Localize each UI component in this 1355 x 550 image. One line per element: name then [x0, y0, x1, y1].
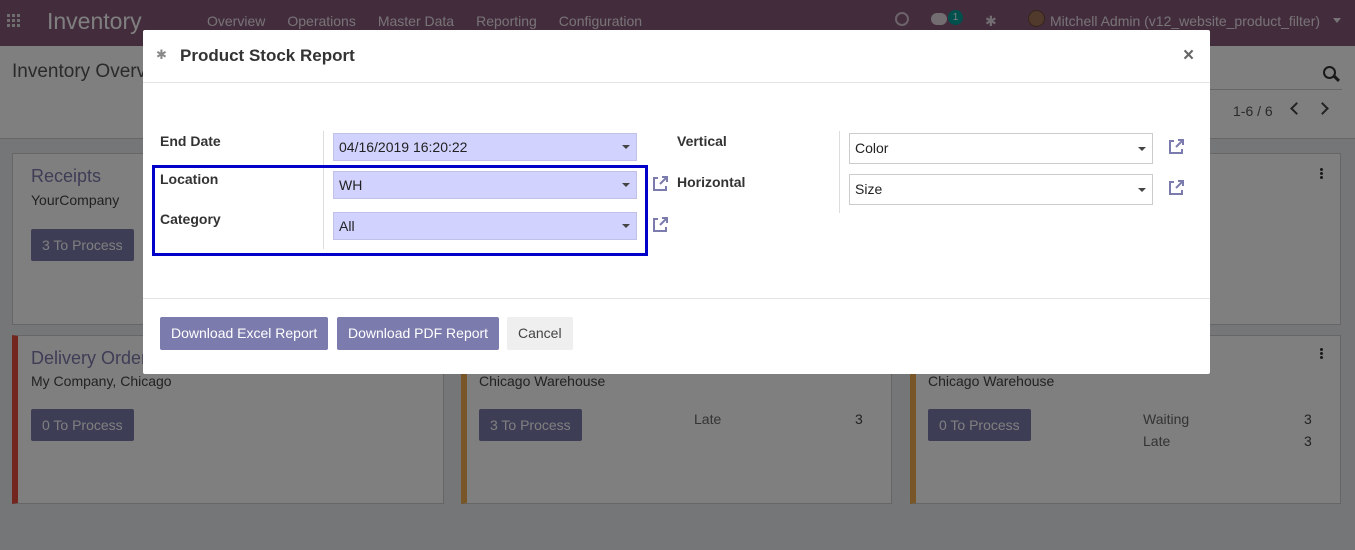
- left-column-divider: [323, 131, 324, 249]
- location-value: WH: [339, 177, 363, 193]
- category-select[interactable]: All: [333, 212, 637, 240]
- external-link-icon-category[interactable]: [650, 215, 670, 235]
- modal-header: ✱ Product Stock Report ×: [143, 30, 1210, 83]
- chevron-down-icon[interactable]: [622, 183, 630, 187]
- external-link-icon-location[interactable]: [650, 174, 670, 194]
- vertical-label: Vertical: [677, 133, 727, 149]
- product-stock-report-dialog: ✱ Product Stock Report × End Date Locati…: [143, 30, 1210, 374]
- category-label: Category: [160, 211, 221, 227]
- category-value: All: [339, 218, 355, 234]
- end-date-value: 04/16/2019 16:20:22: [339, 139, 468, 155]
- horizontal-label: Horizontal: [677, 174, 746, 190]
- chevron-down-icon[interactable]: [622, 145, 630, 149]
- horizontal-select[interactable]: Size: [849, 174, 1153, 205]
- horizontal-value: Size: [855, 181, 883, 197]
- download-pdf-button[interactable]: Download PDF Report: [337, 317, 500, 350]
- end-date-label: End Date: [160, 133, 221, 149]
- chevron-down-icon[interactable]: [622, 224, 630, 228]
- cancel-button[interactable]: Cancel: [507, 317, 573, 350]
- location-select[interactable]: WH: [333, 171, 637, 199]
- modal-footer: Download Excel Report Download PDF Repor…: [143, 298, 1210, 374]
- end-date-field[interactable]: 04/16/2019 16:20:22: [333, 133, 637, 161]
- right-column-divider: [839, 131, 840, 213]
- location-label: Location: [160, 171, 219, 187]
- external-link-icon-horizontal[interactable]: [1166, 178, 1186, 198]
- chevron-down-icon[interactable]: [1138, 147, 1146, 151]
- modal-title: Product Stock Report: [180, 46, 355, 65]
- download-excel-button[interactable]: Download Excel Report: [160, 317, 329, 350]
- vertical-select[interactable]: Color: [849, 133, 1153, 164]
- chevron-down-icon[interactable]: [1138, 188, 1146, 192]
- vertical-value: Color: [855, 140, 889, 156]
- external-link-icon-vertical[interactable]: [1166, 137, 1186, 157]
- debug-bug-icon: ✱: [156, 47, 167, 62]
- close-icon[interactable]: ×: [1183, 45, 1194, 67]
